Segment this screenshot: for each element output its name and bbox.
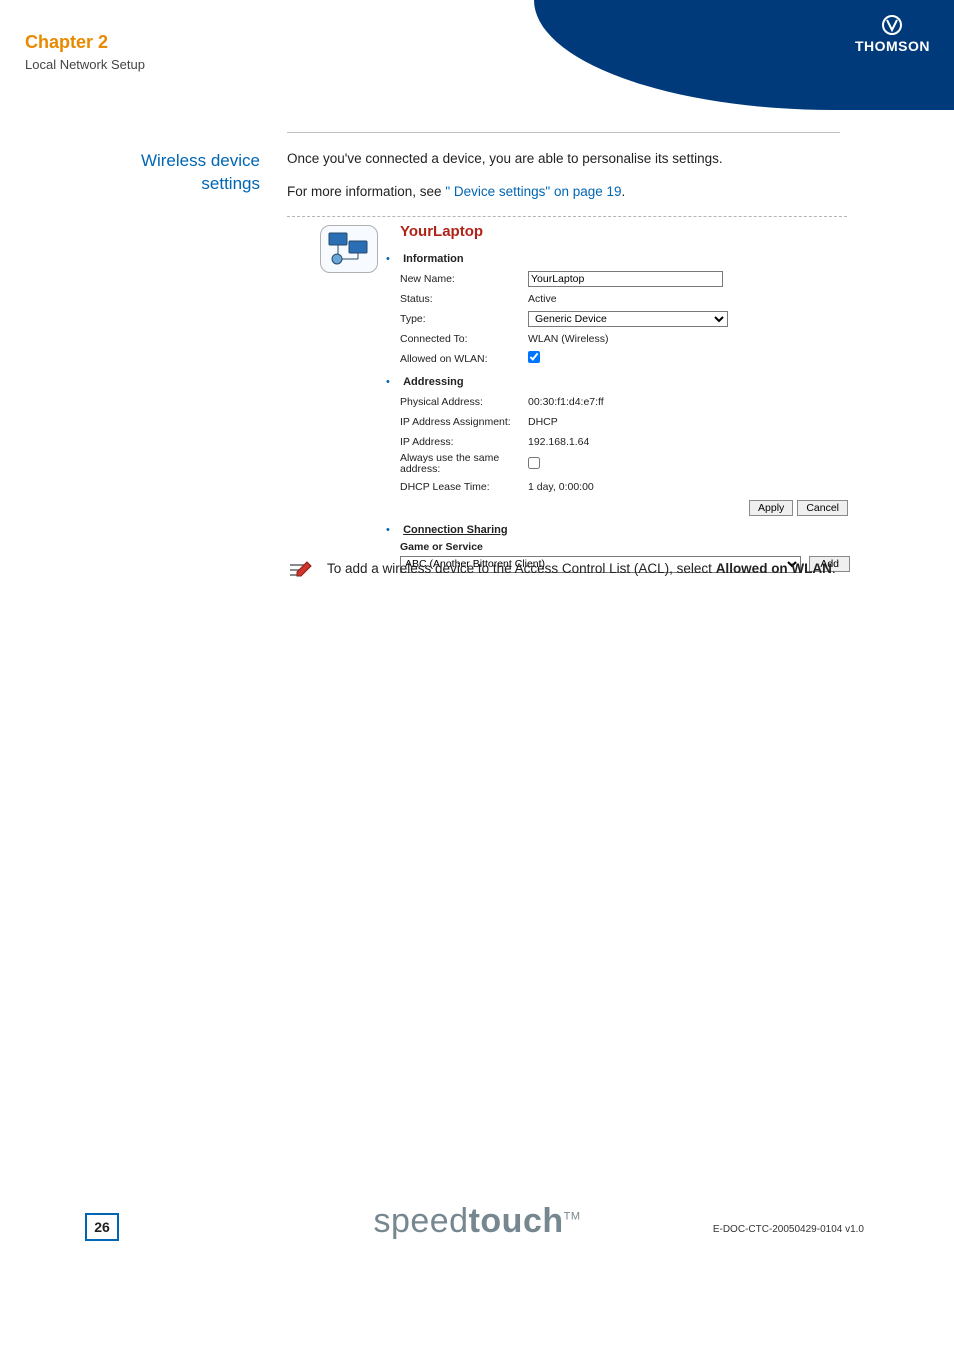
logo-bold: touch: [469, 1202, 564, 1240]
game-service-label: Game or Service: [400, 541, 850, 553]
status-value: Active: [528, 293, 850, 305]
margin-title: Wireless device settings: [0, 150, 270, 196]
connected-to-label: Connected To:: [400, 333, 528, 345]
margin-title-line2: settings: [201, 174, 260, 193]
new-name-label: New Name:: [400, 273, 528, 285]
section-rule: [287, 132, 840, 133]
intro-paragraph-2: For more information, see " Device setti…: [287, 183, 847, 202]
section-addressing: Addressing Physical Address: 00:30:f1:d4…: [400, 376, 850, 516]
apply-button[interactable]: Apply: [749, 500, 793, 516]
ip-assign-label: IP Address Assignment:: [400, 416, 528, 428]
ip-assign-value: DHCP: [528, 416, 850, 428]
note-text: To add a wireless device to the Access C…: [327, 560, 836, 578]
ip-addr-value: 192.168.1.64: [528, 436, 850, 448]
intro-paragraph-1: Once you've connected a device, you are …: [287, 150, 847, 169]
margin-title-line1: Wireless device: [141, 151, 260, 170]
device-settings-crosslink[interactable]: " Device settings" on page 19: [445, 184, 621, 199]
allowed-wlan-checkbox[interactable]: [528, 351, 540, 363]
chapter-subtitle: Local Network Setup: [25, 57, 145, 72]
allowed-wlan-label: Allowed on WLAN:: [400, 353, 528, 365]
device-icon: [320, 225, 378, 273]
lease-time-value: 1 day, 0:00:00: [528, 481, 850, 493]
ip-addr-label: IP Address:: [400, 436, 528, 448]
thomson-logo: THOMSON: [855, 14, 930, 54]
brand-name: THOMSON: [855, 38, 930, 54]
section-addressing-head: Addressing: [403, 376, 464, 389]
status-label: Status:: [400, 293, 528, 305]
cancel-button[interactable]: Cancel: [797, 500, 848, 516]
footer-logo: speedtouchTM: [0, 1202, 954, 1241]
pc-network-icon: [327, 231, 371, 267]
phys-addr-label: Physical Address:: [400, 396, 528, 408]
type-select[interactable]: Generic Device: [528, 311, 728, 327]
new-name-input[interactable]: [528, 271, 723, 287]
logo-tm: TM: [564, 1211, 581, 1223]
section-information: Information New Name: Status: Active: [400, 253, 850, 368]
section-connection-head: Connection Sharing: [403, 524, 508, 537]
note-icon: [287, 560, 313, 589]
connected-to-value: WLAN (Wireless): [528, 333, 850, 345]
device-title: YourLaptop: [400, 223, 483, 240]
chapter-title: Chapter 2: [25, 32, 145, 53]
phys-addr-value: 00:30:f1:d4:e7:ff: [528, 396, 850, 408]
lease-time-label: DHCP Lease Time:: [400, 481, 528, 493]
doc-code: E-DOC-CTC-20050429-0104 v1.0: [713, 1224, 864, 1235]
note-block: To add a wireless device to the Access C…: [287, 560, 847, 589]
chapter-header: Chapter 2 Local Network Setup: [25, 32, 145, 72]
section-information-head: Information: [403, 253, 464, 266]
thomson-mark-icon: [879, 14, 905, 36]
same-addr-checkbox[interactable]: [528, 457, 540, 469]
page-number: 26: [85, 1213, 119, 1241]
same-addr-label: Always use the same address:: [400, 453, 528, 476]
screenshot-frame: YourLaptop Information New Name:: [287, 216, 847, 558]
brand-swoosh: THOMSON: [534, 0, 954, 110]
type-label: Type:: [400, 313, 528, 325]
logo-thin: speed: [373, 1202, 468, 1240]
